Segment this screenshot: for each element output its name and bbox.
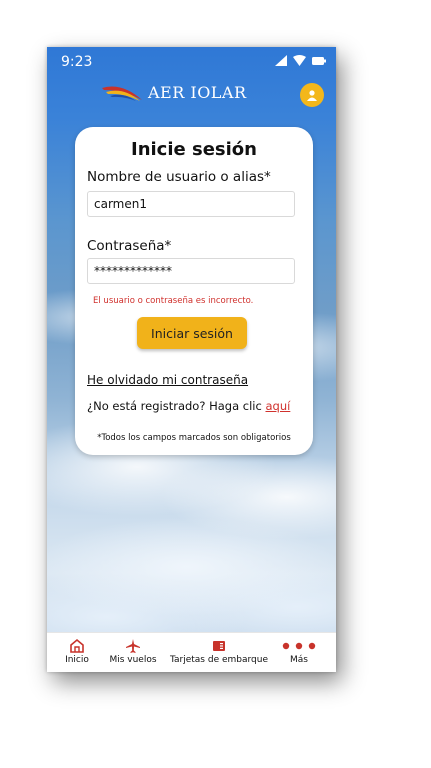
signal-icon [275, 55, 287, 66]
tab-inicio[interactable]: Inicio [55, 637, 99, 665]
username-input[interactable]: carmen1 [87, 191, 295, 217]
tab-tarjetas-de-embarque[interactable]: Tarjetas de embarque [167, 637, 271, 665]
status-bar: 9:23 [47, 47, 336, 75]
boarding-pass-icon [213, 641, 225, 651]
register-text: ¿No está registrado? Haga clic [87, 399, 266, 413]
error-message: El usuario o contraseña es incorrecto. [93, 296, 254, 306]
login-title: Inicie sesión [131, 139, 257, 160]
login-card: Inicie sesión Nombre de usuario o alias*… [75, 127, 313, 455]
airplane-icon [126, 639, 140, 653]
more-dots-icon [282, 642, 316, 650]
home-icon [70, 638, 84, 653]
register-prompt: ¿No está registrado? Haga clic aquí [87, 399, 290, 413]
tab-label: Inicio [65, 655, 89, 665]
user-icon [307, 90, 317, 101]
status-time: 9:23 [61, 54, 93, 70]
register-link[interactable]: aquí [265, 399, 290, 413]
brand-wing-icon [102, 86, 142, 101]
profile-button[interactable] [300, 83, 324, 107]
bottom-tab-bar: Inicio Mis vuelos Tarjetas de embarque M… [47, 632, 336, 672]
password-input[interactable]: ************* [87, 258, 295, 284]
tab-mas[interactable]: Más [277, 637, 321, 665]
tab-label: Mis vuelos [109, 655, 157, 665]
tab-mis-vuelos[interactable]: Mis vuelos [105, 637, 161, 665]
wifi-icon [293, 55, 306, 66]
login-button[interactable]: Iniciar sesión [137, 317, 247, 349]
required-fields-note: *Todos los campos marcados son obligator… [97, 433, 291, 443]
brand-logo: AER IOLAR [102, 83, 247, 102]
battery-icon [312, 56, 326, 65]
username-label: Nombre de usuario o alias* [87, 169, 271, 185]
app-header: AER IOLAR [47, 77, 336, 117]
password-label: Contraseña* [87, 238, 172, 254]
phone-screen: 9:23 AER IOLAR Inicie sesión Nombre de u… [47, 47, 336, 672]
brand-name: AER IOLAR [148, 83, 247, 102]
tab-label: Tarjetas de embarque [170, 655, 268, 665]
status-icons [275, 55, 326, 66]
forgot-password-link[interactable]: He olvidado mi contraseña [87, 373, 248, 387]
tab-label: Más [290, 655, 308, 665]
